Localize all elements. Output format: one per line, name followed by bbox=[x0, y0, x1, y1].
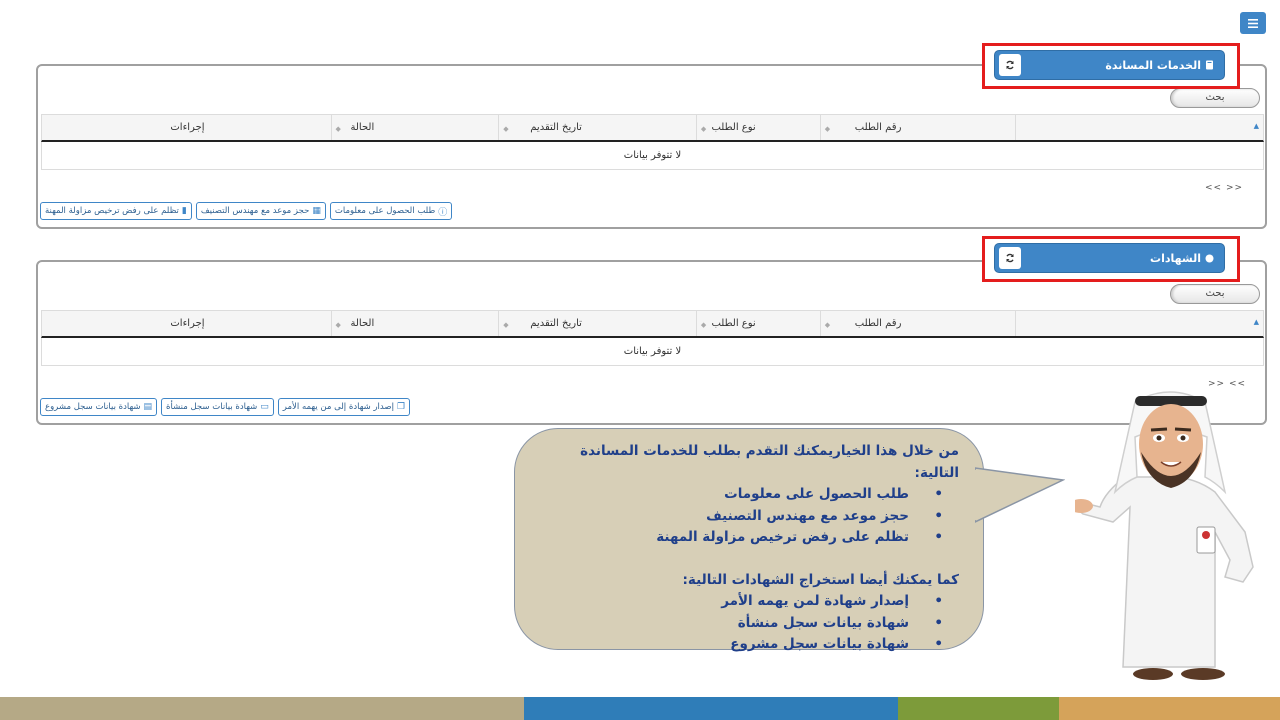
list-item: إصدار شهادة لمن يهمه الأمر bbox=[539, 591, 943, 613]
info-icon: ⓘ bbox=[438, 207, 448, 218]
column-request-type[interactable]: نوع الطلب ◆ bbox=[695, 115, 820, 140]
column-status[interactable]: الحالة ◆ bbox=[330, 115, 499, 140]
certificates-header[interactable]: الشهادات bbox=[994, 243, 1225, 273]
action-bar: ▤ شهادة بيانات سجل مشروع ▭ شهادة بيانات سج… bbox=[40, 398, 411, 416]
requests-grid: ▲ رقم الطلب ◆ نوع الطلب ◆ تاريخ التقديم ◆ ا… bbox=[41, 114, 1264, 170]
book-icon bbox=[1206, 60, 1213, 70]
inbox-icon: ▭ bbox=[260, 402, 269, 412]
book-engineer-appointment-button[interactable]: ▦ حجز موعد مع مهندس التصنيف bbox=[195, 202, 326, 220]
column-submit-date[interactable]: تاريخ التقديم ◆ bbox=[498, 115, 696, 140]
action-bar: ▮ تظلم على رفض ترخيص مزاولة المهنة ▦ حجز م… bbox=[40, 202, 453, 220]
appeal-license-rejection-button[interactable]: ▮ تظلم على رفض ترخيص مزاولة المهنة bbox=[40, 202, 192, 220]
column-status[interactable]: الحالة ◆ bbox=[330, 311, 499, 336]
grid-header: ▲ رقم الطلب ◆ نوع الطلب ◆ تاريخ التقديم ◆ ا… bbox=[41, 114, 1264, 142]
list-item: شهادة بيانات سجل مشروع bbox=[539, 634, 943, 656]
bubble-tail bbox=[975, 467, 1065, 523]
pager[interactable]: << >> bbox=[1205, 183, 1243, 193]
certificates-list: إصدار شهادة لمن يهمه الأمر شهادة بيانات … bbox=[539, 591, 959, 656]
column-request-type[interactable]: نوع الطلب ◆ bbox=[695, 311, 820, 336]
refresh-button[interactable] bbox=[999, 247, 1021, 269]
list-item: حجز موعد مع مهندس التصنيف bbox=[539, 506, 943, 528]
to-whom-it-may-concern-button[interactable]: ❐ إصدار شهادة إلى من يهمه الأمر bbox=[277, 398, 411, 416]
panel-title: الشهادات bbox=[1150, 251, 1201, 265]
project-record-certificate-button[interactable]: ▤ شهادة بيانات سجل مشروع bbox=[40, 398, 158, 416]
column-actions: إجراءات bbox=[170, 122, 205, 133]
support-services-header-highlight: الخدمات المساندة bbox=[982, 43, 1240, 89]
sort-column[interactable]: ▲ bbox=[1015, 115, 1263, 140]
certificates-header-highlight: الشهادات bbox=[982, 236, 1240, 282]
list-item: شهادة بيانات سجل منشأة bbox=[539, 613, 943, 635]
calendar-icon: ▦ bbox=[312, 206, 321, 216]
request-information-button[interactable]: ⓘ طلب الحصول على معلومات bbox=[329, 202, 453, 220]
search-button[interactable]: بحث bbox=[1170, 88, 1260, 108]
column-submit-date[interactable]: تاريخ التقديم ◆ bbox=[498, 311, 696, 336]
column-actions: إجراءات bbox=[170, 318, 205, 329]
empty-row: لا تتوفر بيانات bbox=[41, 338, 1264, 366]
hamburger-icon bbox=[1248, 18, 1258, 28]
refresh-button[interactable] bbox=[999, 54, 1021, 76]
panel-title: الخدمات المساندة bbox=[1105, 58, 1201, 72]
column-request-number[interactable]: رقم الطلب ◆ bbox=[819, 311, 1016, 336]
services-list: طلب الحصول على معلومات حجز موعد مع مهندس… bbox=[539, 484, 959, 549]
empty-row: لا تتوفر بيانات bbox=[41, 142, 1264, 170]
bubble-intro-certificates: كما يمكنك أيضا استخراج الشهادات التالية: bbox=[682, 571, 959, 588]
list-item: طلب الحصول على معلومات bbox=[539, 484, 943, 506]
certificates-grid: ▲ رقم الطلب ◆ نوع الطلب ◆ تاريخ التقديم ◆ ا… bbox=[41, 310, 1264, 366]
grid-header: ▲ رقم الطلب ◆ نوع الطلب ◆ تاريخ التقديم ◆ ا… bbox=[41, 310, 1264, 338]
support-services-header[interactable]: الخدمات المساندة bbox=[994, 50, 1225, 80]
circle-icon bbox=[1205, 254, 1214, 262]
refresh-icon bbox=[1006, 253, 1014, 263]
file-icon: ▮ bbox=[181, 206, 187, 216]
help-speech-bubble: من خلال هذا الخياريمكنك التقدم بطلب للخد… bbox=[514, 428, 984, 655]
table-icon: ▤ bbox=[143, 402, 153, 412]
bubble-intro: من خلال هذا الخياريمكنك التقدم بطلب للخد… bbox=[580, 443, 959, 481]
list-item: تظلم على رفض ترخيص مزاولة المهنة bbox=[539, 527, 943, 549]
facility-record-certificate-button[interactable]: ▭ شهادة بيانات سجل منشأة bbox=[161, 398, 274, 416]
footer-color-bar bbox=[0, 697, 1280, 720]
copy-icon: ❐ bbox=[396, 402, 406, 412]
search-button[interactable]: بحث bbox=[1170, 284, 1260, 304]
column-request-number[interactable]: رقم الطلب ◆ bbox=[819, 115, 1016, 140]
guide-character-avatar bbox=[1075, 391, 1254, 680]
sort-column[interactable]: ▲ bbox=[1015, 311, 1263, 336]
refresh-icon bbox=[1006, 60, 1014, 70]
menu-button[interactable] bbox=[1240, 12, 1266, 34]
